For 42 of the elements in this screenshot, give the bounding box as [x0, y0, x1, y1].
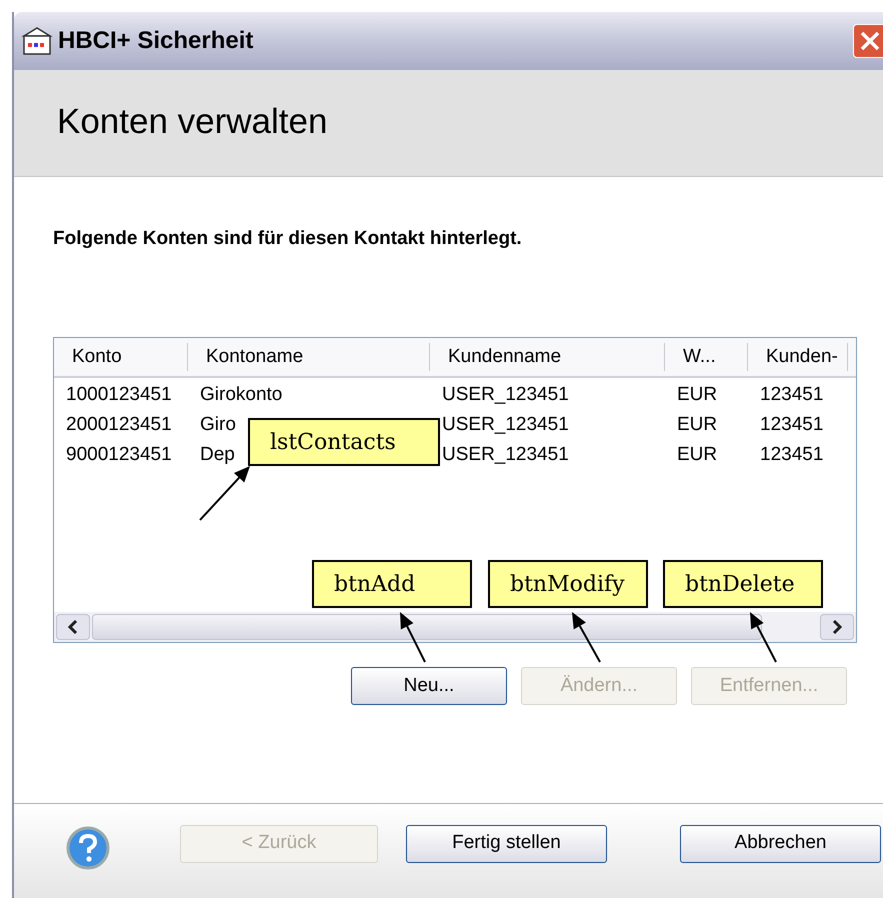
list-cell: USER_123451: [442, 414, 569, 436]
column-header[interactable]: Kunden-: [748, 343, 848, 372]
column-header[interactable]: Kontoname: [188, 343, 430, 372]
list-cell: 9000123451: [66, 444, 172, 466]
list-cell: 123451: [760, 414, 824, 436]
column-header[interactable]: Konto: [54, 343, 188, 372]
list-cell: Girokonto: [200, 384, 282, 406]
close-button[interactable]: [853, 24, 883, 58]
description-text: Folgende Konten sind für diesen Kontakt hinterlegt.: [53, 226, 523, 251]
scroll-left-button[interactable]: [56, 614, 90, 640]
scroll-thumb[interactable]: [92, 614, 762, 640]
column-header[interactable]: W...: [665, 343, 748, 372]
list-cell: 1000123451: [66, 384, 172, 406]
close-icon: [859, 30, 881, 52]
list-cell: 123451: [760, 444, 824, 466]
callout-arrow: [750, 612, 777, 662]
list-cell: 2000123451: [66, 414, 172, 436]
list-cell: EUR: [677, 384, 718, 406]
dialog-button[interactable]: Fertig stellen: [406, 824, 607, 863]
list-cell: USER_123451: [442, 444, 569, 466]
help-icon[interactable]: [66, 826, 110, 870]
page-heading: Konten verwalten: [57, 101, 328, 144]
list-cell: USER_123451: [442, 384, 569, 406]
list-cell: EUR: [677, 444, 718, 466]
callout-label: lstContacts: [248, 418, 440, 466]
dialog-button[interactable]: Abbrechen: [680, 824, 881, 863]
list-cell: 123451: [760, 384, 824, 406]
column-header[interactable]: Kundenname: [430, 343, 665, 372]
callout-label: btnAdd: [312, 560, 472, 608]
window-title: HBCI+ Sicherheit: [58, 26, 254, 56]
scroll-right-button[interactable]: [820, 614, 854, 640]
list-cell: Dep: [200, 444, 235, 466]
callout-arrow: [572, 612, 601, 662]
horizontal-scrollbar[interactable]: [54, 612, 856, 642]
dialog-button[interactable]: Neu...: [351, 667, 507, 706]
callout-arrow: [199, 466, 250, 521]
list-cell: EUR: [677, 414, 718, 436]
callout-label: btnDelete: [663, 560, 823, 608]
callout-arrow: [400, 612, 426, 662]
callout-label: btnModify: [488, 560, 648, 608]
list-cell: Giro: [200, 414, 236, 436]
app-icon: [20, 26, 54, 56]
